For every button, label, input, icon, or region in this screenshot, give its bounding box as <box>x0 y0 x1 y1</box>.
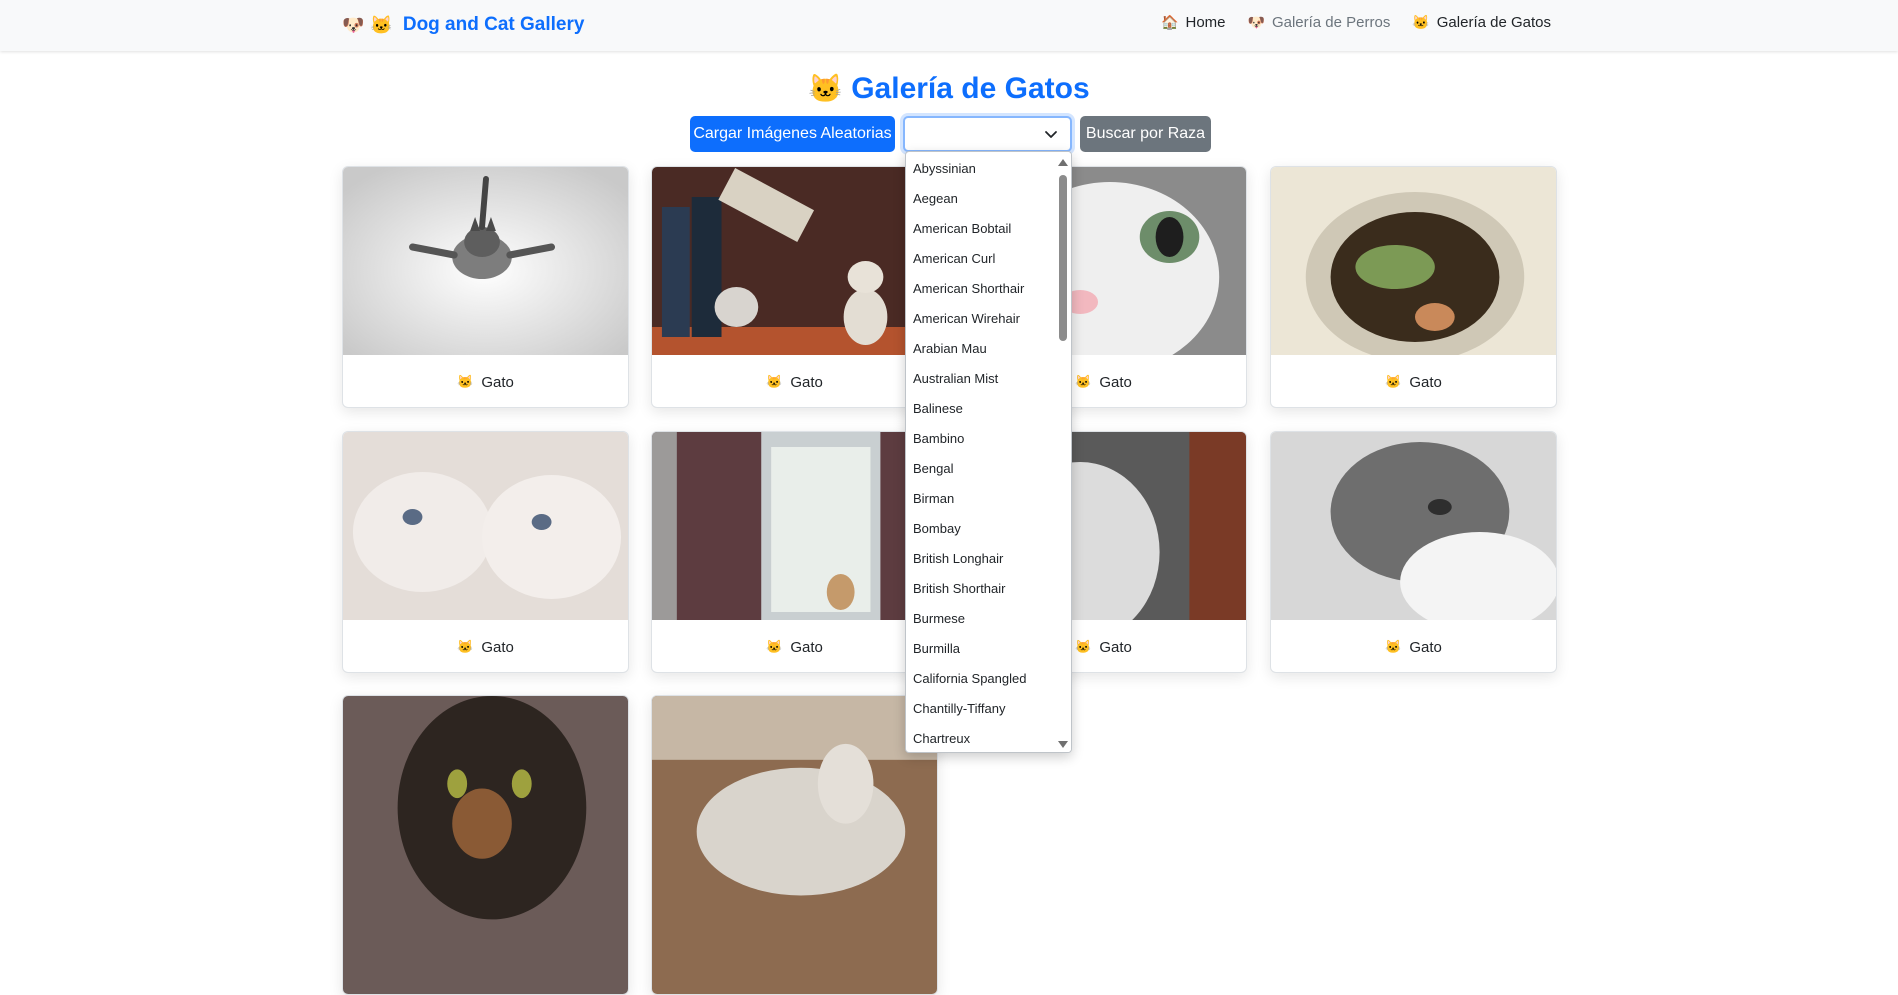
load-random-images-button[interactable]: Cargar Imágenes Aleatorias <box>690 116 895 152</box>
breed-option[interactable]: Australian Mist <box>913 364 998 394</box>
cat-icon: 🐱 <box>1412 14 1430 30</box>
cat-photo[interactable] <box>343 696 628 995</box>
cat-photo[interactable] <box>1271 167 1556 355</box>
cat-icon: 🐱 <box>457 374 474 389</box>
breed-option[interactable]: Chantilly-Tiffany <box>913 694 1005 724</box>
breed-option[interactable]: Bombay <box>913 514 961 544</box>
cat-photo[interactable] <box>652 167 937 355</box>
breed-option[interactable]: California Spangled <box>913 664 1026 694</box>
cat-icon: 🐱 <box>1385 639 1402 654</box>
card-caption: 🐱 Gato <box>343 355 628 407</box>
gallery-card <box>342 695 629 995</box>
house-icon: 🏠 <box>1161 14 1179 30</box>
card-label: Gato <box>481 638 514 656</box>
breed-option[interactable]: American Wirehair <box>913 304 1020 334</box>
nav-link-home[interactable]: 🏠 Home <box>1161 14 1225 31</box>
cat-photo[interactable] <box>343 167 628 355</box>
breed-option[interactable]: Balinese <box>913 394 963 424</box>
nav-link-dog-gallery[interactable]: 🐶 Galería de Perros <box>1248 14 1391 31</box>
cat-icon: 🐱 <box>766 639 783 654</box>
breed-option[interactable]: Birman <box>913 484 954 514</box>
card-caption: 🐱 Gato <box>343 620 628 672</box>
scroll-up-arrow-icon[interactable] <box>1058 159 1068 166</box>
card-caption: 🐱 Gato <box>1271 620 1556 672</box>
breed-option[interactable]: Aegean <box>913 184 958 214</box>
cat-icon: 🐱 <box>766 374 783 389</box>
breed-option[interactable]: American Shorthair <box>913 274 1024 304</box>
cat-photo[interactable] <box>343 432 628 620</box>
gallery-card: 🐱 Gato <box>1270 166 1557 408</box>
brand-link[interactable]: 🐶 🐱 Dog and Cat Gallery <box>342 12 584 38</box>
cat-photo[interactable] <box>652 432 937 620</box>
cat-icon: 🐱 <box>808 73 844 104</box>
breed-option[interactable]: British Shorthair <box>913 574 1005 604</box>
gallery-card: 🐱 Gato <box>342 431 629 673</box>
breed-option[interactable]: Bengal <box>913 454 953 484</box>
gallery-card <box>651 695 938 995</box>
gallery-card: 🐱 Gato <box>651 166 938 408</box>
breed-option[interactable]: American Curl <box>913 244 995 274</box>
brand-title: Dog and Cat Gallery <box>402 14 585 35</box>
card-label: Gato <box>1409 373 1442 391</box>
breed-select[interactable] <box>903 116 1072 152</box>
cat-photo[interactable] <box>1271 432 1556 620</box>
nav-link-label: Home <box>1185 14 1226 31</box>
card-label: Gato <box>1099 373 1132 391</box>
breed-option[interactable]: Bambino <box>913 424 964 454</box>
breed-option[interactable]: Abyssinian <box>913 154 976 184</box>
dropdown-scrollbar[interactable] <box>1055 152 1071 752</box>
card-caption: 🐱 Gato <box>652 620 937 672</box>
cat-icon: 🐱 <box>1385 374 1402 389</box>
breed-option[interactable]: Chartreux <box>913 724 970 752</box>
card-caption: 🐱 Gato <box>652 355 937 407</box>
dog-icon: 🐶 <box>342 15 365 35</box>
gallery-card: 🐱 Gato <box>1270 431 1557 673</box>
cat-icon: 🐱 <box>1075 639 1092 654</box>
breed-option[interactable]: American Bobtail <box>913 214 1011 244</box>
chevron-down-icon <box>1045 131 1057 138</box>
breed-option[interactable]: British Longhair <box>913 544 1003 574</box>
breed-option[interactable]: Burmilla <box>913 634 960 664</box>
card-label: Gato <box>790 373 823 391</box>
card-caption: 🐱 Gato <box>1271 355 1556 407</box>
navbar: 🐶 🐱 Dog and Cat Gallery 🏠 Home 🐶 Galería… <box>0 0 1898 51</box>
cat-icon: 🐱 <box>1075 374 1092 389</box>
nav-link-cat-gallery[interactable]: 🐱 Galería de Gatos <box>1412 14 1551 31</box>
breed-option[interactable]: Burmese <box>913 604 965 634</box>
breed-dropdown-list: Abyssinian Aegean American Bobtail Ameri… <box>905 151 1072 753</box>
cat-icon: 🐱 <box>370 15 393 35</box>
cat-icon: 🐱 <box>457 639 474 654</box>
page-title: 🐱 Galería de Gatos <box>0 72 1898 106</box>
scrollbar-thumb[interactable] <box>1059 175 1067 341</box>
nav-link-label: Galería de Gatos <box>1436 14 1551 31</box>
card-label: Gato <box>790 638 823 656</box>
nav-link-label: Galería de Perros <box>1271 14 1391 31</box>
cat-photo[interactable] <box>652 696 937 995</box>
card-label: Gato <box>481 373 514 391</box>
breed-option[interactable]: Arabian Mau <box>913 334 987 364</box>
card-label: Gato <box>1099 638 1132 656</box>
gallery-card: 🐱 Gato <box>342 166 629 408</box>
card-label: Gato <box>1409 638 1442 656</box>
nav-links: 🏠 Home 🐶 Galería de Perros 🐱 Galería de … <box>1161 14 1551 31</box>
scroll-down-arrow-icon[interactable] <box>1058 741 1068 748</box>
gallery-card: 🐱 Gato <box>651 431 938 673</box>
search-by-breed-button[interactable]: Buscar por Raza <box>1080 116 1211 152</box>
dog-icon: 🐶 <box>1247 14 1265 30</box>
page-title-text: Galería de Gatos <box>851 72 1090 105</box>
